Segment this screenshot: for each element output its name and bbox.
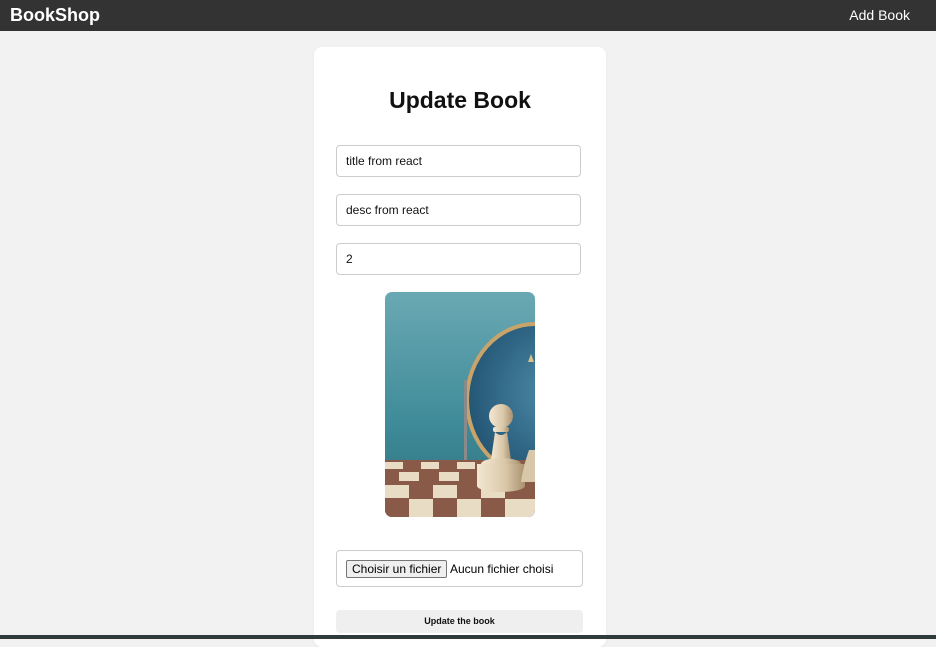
update-book-card: Update Book title from react desc from r… (314, 47, 606, 647)
bottom-taskbar-edge (0, 635, 936, 639)
book-cover-image (385, 292, 535, 517)
update-book-button[interactable]: Update the book (336, 610, 583, 633)
page-title: Update Book (389, 87, 531, 113)
file-upload-field: Choisir un fichier Aucun fichier choisi (336, 550, 583, 587)
title-input[interactable] (336, 145, 581, 177)
brand-logo-text[interactable]: BookShop (10, 4, 100, 26)
file-status-text: Aucun fichier choisi (450, 562, 554, 576)
navbar: BookShop Add Book (0, 0, 936, 31)
add-book-link[interactable]: Add Book (849, 6, 910, 24)
price-input[interactable] (336, 243, 581, 275)
choose-file-button[interactable]: Choisir un fichier (346, 560, 448, 578)
description-input[interactable] (336, 194, 581, 226)
